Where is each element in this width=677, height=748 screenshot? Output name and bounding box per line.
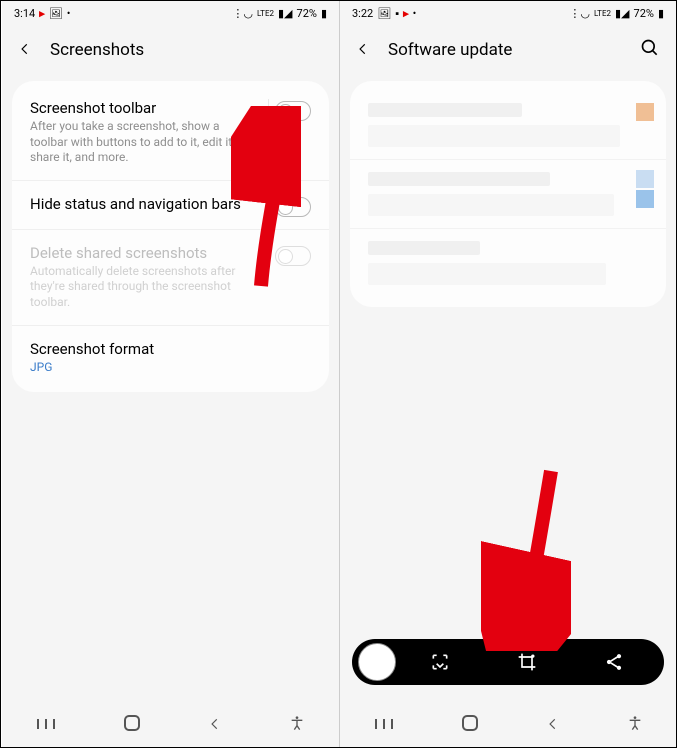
accessibility-icon[interactable] xyxy=(627,715,643,735)
app-bar: Screenshots xyxy=(2,25,339,75)
row-title: Screenshot format xyxy=(30,340,311,358)
airtel-icon: ▸ xyxy=(403,7,409,20)
crop-edit-icon[interactable] xyxy=(483,652,570,672)
settings-panel: Screenshot toolbar After you take a scre… xyxy=(12,81,329,392)
row-title: Delete shared screenshots xyxy=(30,244,311,262)
toggle-screenshot-toolbar[interactable] xyxy=(275,101,311,121)
row-value: JPG xyxy=(30,360,311,374)
battery-label: 72% xyxy=(297,7,317,20)
message-icon: ▪ xyxy=(395,7,399,20)
toggle-delete-shared xyxy=(275,246,311,266)
status-bar: 3:22 🖼 ▪ ▸ • ⋮◡ LTE2 ▮◢ 72% ▮ xyxy=(340,1,676,25)
app-bar: Software update xyxy=(340,25,676,75)
status-bar: 3:14 ▸ 🖼 • ⋮◡ LTE2 ▮◢ 72% ▮ xyxy=(2,1,339,25)
page-title: Screenshots xyxy=(50,40,144,60)
row-screenshot-toolbar[interactable]: Screenshot toolbar After you take a scre… xyxy=(12,85,329,180)
toggle-hide-bars[interactable] xyxy=(275,197,311,217)
recents-icon[interactable] xyxy=(36,716,56,735)
screenshot-thumbnail[interactable] xyxy=(358,643,396,681)
status-time: 3:14 xyxy=(14,7,35,20)
update-item[interactable] xyxy=(350,228,666,297)
recents-icon[interactable] xyxy=(374,716,394,735)
signal-icon: ▮◢ xyxy=(615,7,630,20)
home-icon[interactable] xyxy=(123,714,141,736)
scroll-capture-icon[interactable] xyxy=(396,652,483,672)
update-item[interactable] xyxy=(350,159,666,228)
row-delete-shared: Delete shared screenshots Automatically … xyxy=(12,229,329,325)
battery-icon: ▮ xyxy=(658,7,664,20)
update-indicator xyxy=(636,103,654,121)
nav-bar xyxy=(2,703,339,747)
picture-icon: 🖼 xyxy=(377,7,391,20)
row-screenshot-format[interactable]: Screenshot format JPG xyxy=(12,325,329,388)
picture-icon: 🖼 xyxy=(49,7,63,20)
wifi-icon: ⋮◡ xyxy=(232,7,253,20)
airtel-icon: ▸ xyxy=(39,7,45,20)
row-title: Hide status and navigation bars xyxy=(30,195,311,213)
accessibility-icon[interactable] xyxy=(289,715,305,735)
screenshot-toolbar xyxy=(352,639,664,685)
toggle-separator xyxy=(268,99,269,127)
nav-bar xyxy=(340,703,676,747)
home-icon[interactable] xyxy=(461,714,479,736)
share-icon[interactable] xyxy=(571,652,658,672)
update-panel xyxy=(350,81,666,307)
status-dot: • xyxy=(67,7,71,20)
nav-back-icon[interactable] xyxy=(546,716,560,735)
status-dot: • xyxy=(413,7,417,20)
page-title: Software update xyxy=(388,40,512,60)
battery-icon: ▮ xyxy=(321,7,327,20)
nav-back-icon[interactable] xyxy=(208,716,222,735)
lte-label: LTE2 xyxy=(594,9,611,18)
update-indicator xyxy=(636,170,654,188)
status-time: 3:22 xyxy=(352,7,373,20)
phone-screenshots: 3:14 ▸ 🖼 • ⋮◡ LTE2 ▮◢ 72% ▮ Screenshots … xyxy=(2,1,339,747)
signal-icon: ▮◢ xyxy=(278,7,293,20)
update-indicator xyxy=(636,190,654,208)
row-desc: Automatically delete screenshots after t… xyxy=(30,264,311,311)
back-icon[interactable] xyxy=(356,41,370,60)
search-icon[interactable] xyxy=(640,38,660,62)
row-hide-bars[interactable]: Hide status and navigation bars xyxy=(12,180,329,229)
back-icon[interactable] xyxy=(18,41,32,60)
wifi-icon: ⋮◡ xyxy=(569,7,590,20)
lte-label: LTE2 xyxy=(257,9,274,18)
phone-software-update: 3:22 🖼 ▪ ▸ • ⋮◡ LTE2 ▮◢ 72% ▮ Software u… xyxy=(339,1,676,747)
update-item[interactable] xyxy=(350,91,666,159)
battery-label: 72% xyxy=(634,7,654,20)
